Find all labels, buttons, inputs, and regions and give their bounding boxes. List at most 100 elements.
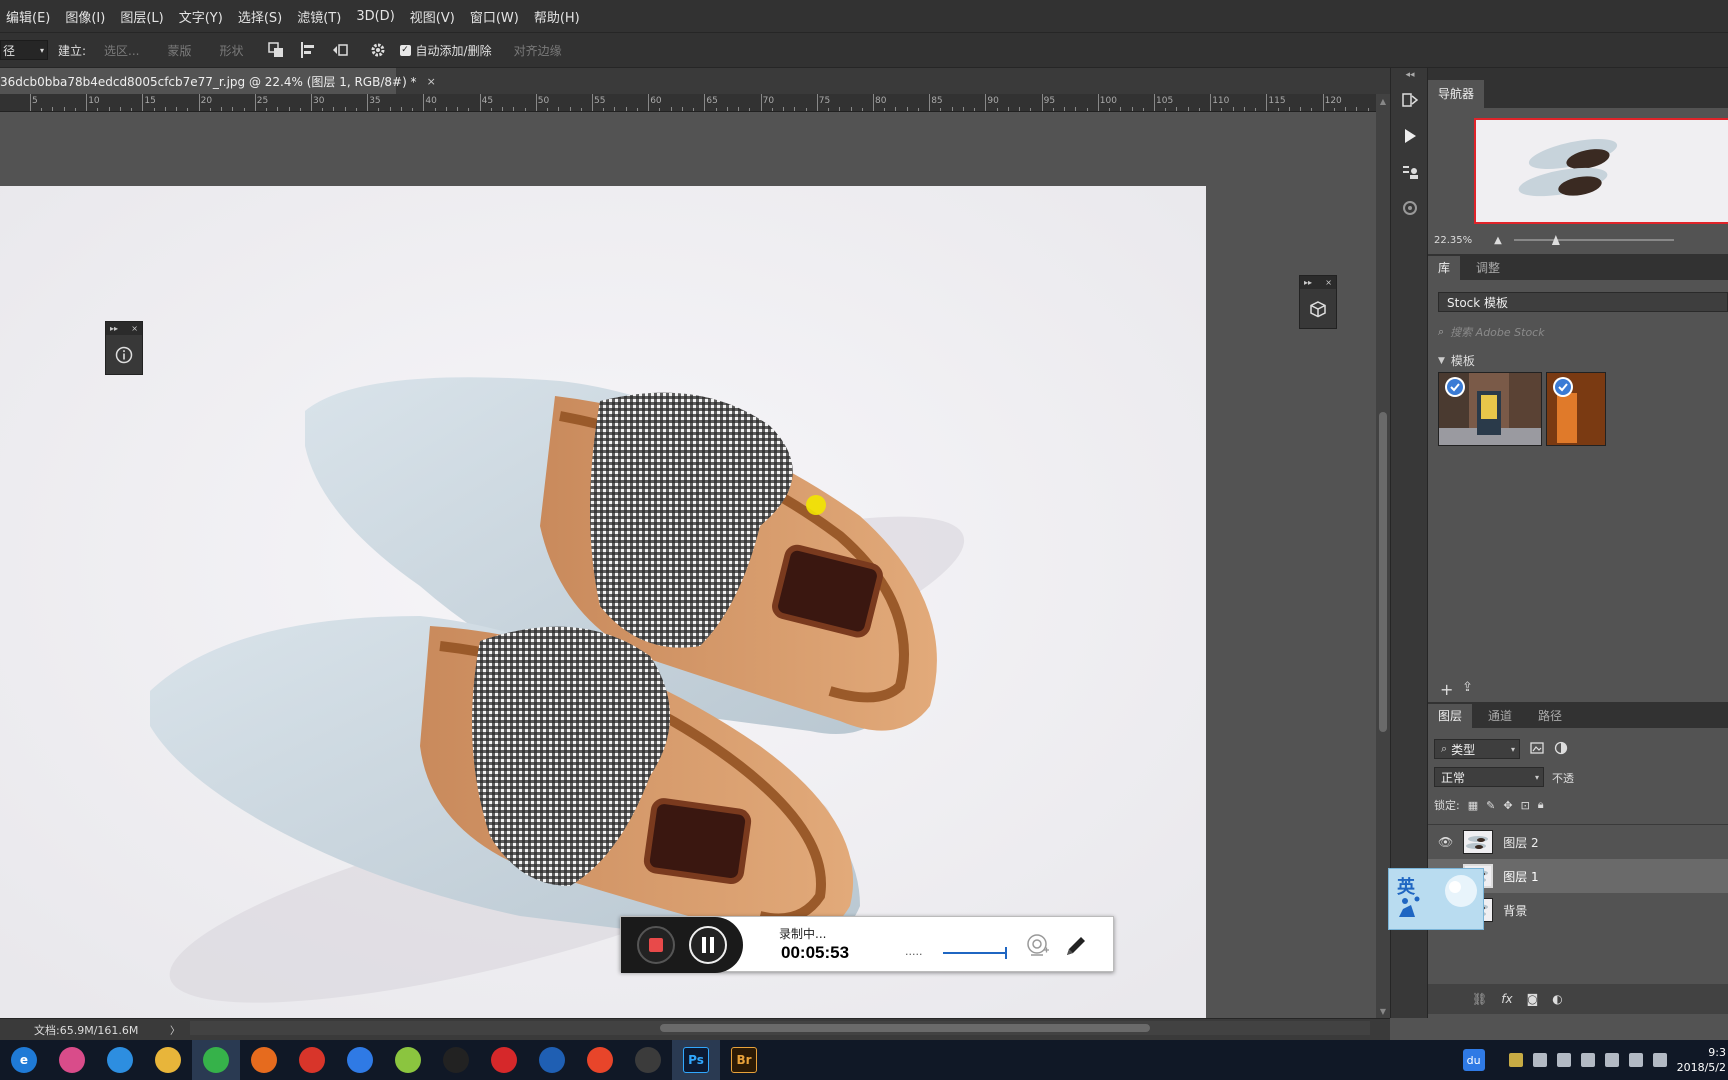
- taskbar-app[interactable]: [192, 1040, 240, 1080]
- brush-preset-icon[interactable]: [1391, 190, 1429, 226]
- taskbar-app[interactable]: Ps: [672, 1040, 720, 1080]
- taskbar-app[interactable]: [96, 1040, 144, 1080]
- scroll-up-icon[interactable]: ▲: [1376, 94, 1390, 108]
- taskbar-app[interactable]: [528, 1040, 576, 1080]
- taskbar-app[interactable]: [432, 1040, 480, 1080]
- auto-add-delete-checkbox[interactable]: ✓: [399, 44, 411, 56]
- baidu-tray-icon[interactable]: du: [1462, 1049, 1485, 1071]
- tab-layers[interactable]: 图层: [1428, 704, 1473, 728]
- 3d-object-icon[interactable]: [1309, 300, 1327, 318]
- taskbar-app[interactable]: [384, 1040, 432, 1080]
- volume-slider-handle[interactable]: [1005, 947, 1007, 959]
- taskbar-app[interactable]: [480, 1040, 528, 1080]
- layer-row[interactable]: 👁︎ 图层 2: [1428, 825, 1728, 859]
- lock-all-icon[interactable]: 🔒︎: [1538, 798, 1544, 812]
- align-edges-option[interactable]: 对齐边缘: [514, 42, 562, 59]
- adjustment-filter-icon[interactable]: [1554, 741, 1568, 755]
- lock-artboard-icon[interactable]: ⊡: [1521, 799, 1530, 812]
- menu-view[interactable]: 视图(V): [410, 7, 455, 26]
- blend-mode-select[interactable]: 正常 ▾: [1434, 767, 1544, 787]
- menu-filter[interactable]: 滤镜(T): [297, 7, 341, 26]
- layer-filter-select[interactable]: ⌕ 类型 ▾: [1434, 739, 1520, 759]
- path-operations-icon[interactable]: [266, 40, 286, 60]
- menu-select[interactable]: 选择(S): [238, 7, 282, 26]
- clone-source-icon[interactable]: [1391, 154, 1429, 190]
- webcam-icon[interactable]: [1025, 933, 1051, 959]
- path-arrange-icon[interactable]: [330, 40, 350, 60]
- adjustment-layer-icon[interactable]: ◐: [1552, 992, 1562, 1006]
- make-selection-button[interactable]: 选区...: [104, 42, 139, 59]
- scroll-down-icon[interactable]: ▼: [1376, 1004, 1390, 1018]
- collapse-icon[interactable]: ▸▸: [110, 324, 118, 333]
- taskbar-app[interactable]: [144, 1040, 192, 1080]
- taskbar-app[interactable]: [576, 1040, 624, 1080]
- close-icon[interactable]: ×: [1325, 278, 1332, 287]
- menu-edit[interactable]: 编辑(E): [6, 7, 50, 26]
- taskbar-app[interactable]: e: [0, 1040, 48, 1080]
- camera-tray-icon[interactable]: [1508, 1053, 1523, 1067]
- taskbar-app[interactable]: Br: [720, 1040, 768, 1080]
- lock-position-icon[interactable]: ✥: [1503, 799, 1512, 812]
- pen-annotate-icon[interactable]: [1063, 933, 1089, 959]
- history-icon[interactable]: [1391, 82, 1429, 118]
- taskbar-app[interactable]: [48, 1040, 96, 1080]
- vertical-scroll-thumb[interactable]: [1379, 412, 1387, 732]
- taskbar-app[interactable]: [336, 1040, 384, 1080]
- library-dropdown[interactable]: Stock 模板: [1438, 292, 1728, 312]
- stock-search-field[interactable]: ⌕ 搜索 Adobe Stock: [1438, 322, 1728, 342]
- document-image[interactable]: [0, 186, 1206, 1018]
- status-menu-arrow[interactable]: 〉: [170, 1022, 180, 1037]
- collapse-panels-icon[interactable]: ◂◂: [1391, 68, 1429, 82]
- input-tray-icon[interactable]: [1532, 1053, 1547, 1067]
- upload-icon[interactable]: ⇪: [1462, 680, 1473, 695]
- taskbar-app[interactable]: [240, 1040, 288, 1080]
- taskbar-app[interactable]: [288, 1040, 336, 1080]
- keyboard-tray-icon[interactable]: [1652, 1053, 1667, 1067]
- volume-tray-icon[interactable]: [1604, 1053, 1619, 1067]
- tab-adjustments[interactable]: 调整: [1466, 256, 1510, 280]
- templates-section-header[interactable]: ▼ 模板: [1438, 352, 1475, 369]
- tab-navigator[interactable]: 导航器: [1428, 80, 1485, 108]
- volume-slider[interactable]: [943, 947, 1007, 959]
- fx-icon[interactable]: fx: [1501, 992, 1512, 1006]
- stop-record-button[interactable]: [637, 926, 675, 964]
- menu-help[interactable]: 帮助(H): [534, 7, 580, 26]
- menu-window[interactable]: 窗口(W): [470, 7, 519, 26]
- navigator-preview[interactable]: [1474, 118, 1728, 224]
- horizontal-scroll-thumb[interactable]: [660, 1024, 1150, 1032]
- path-align-icon[interactable]: [298, 40, 318, 60]
- close-icon[interactable]: ×: [131, 324, 138, 333]
- menu-layer[interactable]: 图层(L): [120, 7, 163, 26]
- zoom-slider-handle[interactable]: [1551, 235, 1560, 245]
- menu-type[interactable]: 文字(Y): [179, 7, 223, 26]
- lock-transparent-icon[interactable]: ▦: [1468, 799, 1478, 812]
- tool-preset-select[interactable]: 径 ▾: [0, 40, 48, 60]
- make-shape-button[interactable]: 形状: [220, 42, 244, 59]
- tab-paths[interactable]: 路径: [1528, 704, 1572, 728]
- tab-channels[interactable]: 通道: [1478, 704, 1522, 728]
- ime-status-widget[interactable]: 英: [1388, 868, 1484, 930]
- close-icon[interactable]: ×: [427, 75, 436, 88]
- tab-library[interactable]: 库: [1428, 256, 1461, 280]
- template-thumbnail[interactable]: [1546, 372, 1606, 446]
- add-mask-icon[interactable]: ◙: [1527, 992, 1539, 1006]
- settings-tray-icon[interactable]: [1556, 1053, 1571, 1067]
- horizontal-scrollbar[interactable]: [190, 1021, 1370, 1035]
- menu-3d[interactable]: 3D(D): [356, 9, 394, 24]
- pause-record-button[interactable]: [689, 926, 727, 964]
- document-tab[interactable]: 36dcb0bba78b4edcd8005cfcb7e77_r.jpg @ 22…: [0, 68, 436, 94]
- template-thumbnail[interactable]: [1438, 372, 1542, 446]
- collapse-icon[interactable]: ▸▸: [1304, 278, 1312, 287]
- lock-paint-icon[interactable]: ✎: [1486, 799, 1495, 812]
- image-filter-icon[interactable]: [1530, 741, 1544, 755]
- make-mask-button[interactable]: 蒙版: [168, 42, 192, 59]
- add-icon[interactable]: +: [1440, 680, 1453, 699]
- zoom-slider[interactable]: [1513, 235, 1674, 245]
- info-icon[interactable]: [115, 346, 133, 364]
- zoom-out-icon[interactable]: ▲: [1494, 235, 1502, 246]
- play-actions-icon[interactable]: [1391, 118, 1429, 154]
- eye-icon[interactable]: 👁︎: [1438, 835, 1453, 849]
- system-clock[interactable]: 9:3 2018/5/2: [1677, 1045, 1726, 1075]
- menu-image[interactable]: 图像(I): [65, 7, 105, 26]
- network-tray-icon[interactable]: [1580, 1053, 1595, 1067]
